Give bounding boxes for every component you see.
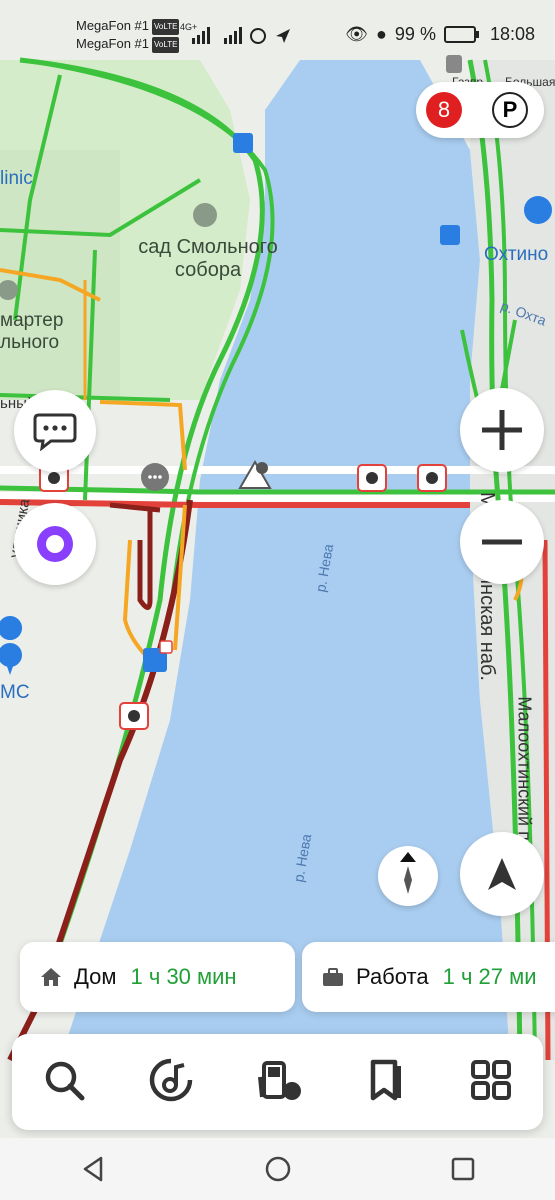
recents-icon[interactable] xyxy=(449,1155,477,1183)
my-location-button[interactable] xyxy=(460,832,544,916)
traffic-accident-marker[interactable] xyxy=(417,464,447,492)
music-note-icon xyxy=(149,1058,193,1101)
chat-marker[interactable] xyxy=(141,463,169,491)
status-right: 👁 ● 99 % 18:08 xyxy=(345,24,535,45)
battery-icon xyxy=(443,26,479,43)
hotel-marker xyxy=(524,196,552,224)
alice-button[interactable] xyxy=(14,503,96,585)
traffic-accident-marker[interactable] xyxy=(357,464,387,492)
search-button[interactable] xyxy=(43,1059,85,1106)
grid-icon xyxy=(470,1059,511,1100)
map-label-clinic: linic xyxy=(0,168,33,189)
minus-icon xyxy=(482,539,522,545)
map-label-garden: сад Смольного собора xyxy=(138,236,278,281)
map-label-ms: МС xyxy=(0,682,30,703)
route-card-work[interactable]: Работа 1 ч 27 ми xyxy=(302,942,555,1012)
fuel-pump-icon xyxy=(258,1060,302,1100)
traffic-parking-pill: 8 P xyxy=(416,82,544,138)
system-nav-bar xyxy=(0,1138,555,1200)
carrier-2: MegaFon #1 VoLTE xyxy=(76,36,180,53)
music-button[interactable] xyxy=(148,1057,194,1108)
alice-icon xyxy=(37,526,73,562)
route-name: Дом xyxy=(74,964,117,989)
traffic-accident-marker[interactable] xyxy=(119,702,149,730)
map-label-okhtino: Охтино xyxy=(484,244,549,265)
carrier-1: MegaFon #1 VoLTE xyxy=(76,18,180,35)
plus-icon xyxy=(482,410,522,450)
home-nav-icon[interactable] xyxy=(264,1155,292,1183)
map-canvas[interactable] xyxy=(0,0,555,1200)
home-icon xyxy=(41,968,61,986)
clock: 18:08 xyxy=(489,24,535,44)
route-name: Работа xyxy=(356,964,429,989)
services-button[interactable] xyxy=(470,1059,512,1106)
chat-bubble-icon xyxy=(33,413,77,451)
bottom-toolbar xyxy=(12,1034,543,1130)
compass-icon xyxy=(400,852,416,894)
briefcase-icon xyxy=(323,968,343,986)
map-label-smartner: мартер льного xyxy=(0,310,64,353)
fuel-button[interactable] xyxy=(256,1057,302,1108)
status-bar: MegaFon #1 VoLTE MegaFon #1 VoLTE 4G+ 👁 ● … xyxy=(0,0,555,70)
navigation-arrow-icon xyxy=(488,858,516,890)
search-icon xyxy=(46,1061,85,1100)
chat-button[interactable] xyxy=(14,390,96,472)
zoom-in-button[interactable] xyxy=(460,388,544,472)
route-time: 1 ч 27 ми xyxy=(442,964,537,989)
bookmarks-button[interactable] xyxy=(365,1058,407,1107)
route-time: 1 ч 30 мин xyxy=(130,964,237,989)
route-card-home[interactable]: Дом 1 ч 30 мин xyxy=(20,942,295,1012)
bookmark-icon xyxy=(370,1059,402,1100)
parking-button[interactable]: P xyxy=(492,92,528,128)
location-icon: ● xyxy=(376,24,387,44)
zoom-out-button[interactable] xyxy=(460,500,544,584)
eye-icon: 👁 xyxy=(345,24,369,44)
battery-percent: 99 % xyxy=(394,24,436,44)
compass-button[interactable] xyxy=(378,846,438,906)
back-icon[interactable] xyxy=(79,1155,107,1183)
signal-icon xyxy=(192,27,290,44)
traffic-score-button[interactable]: 8 xyxy=(426,92,462,128)
